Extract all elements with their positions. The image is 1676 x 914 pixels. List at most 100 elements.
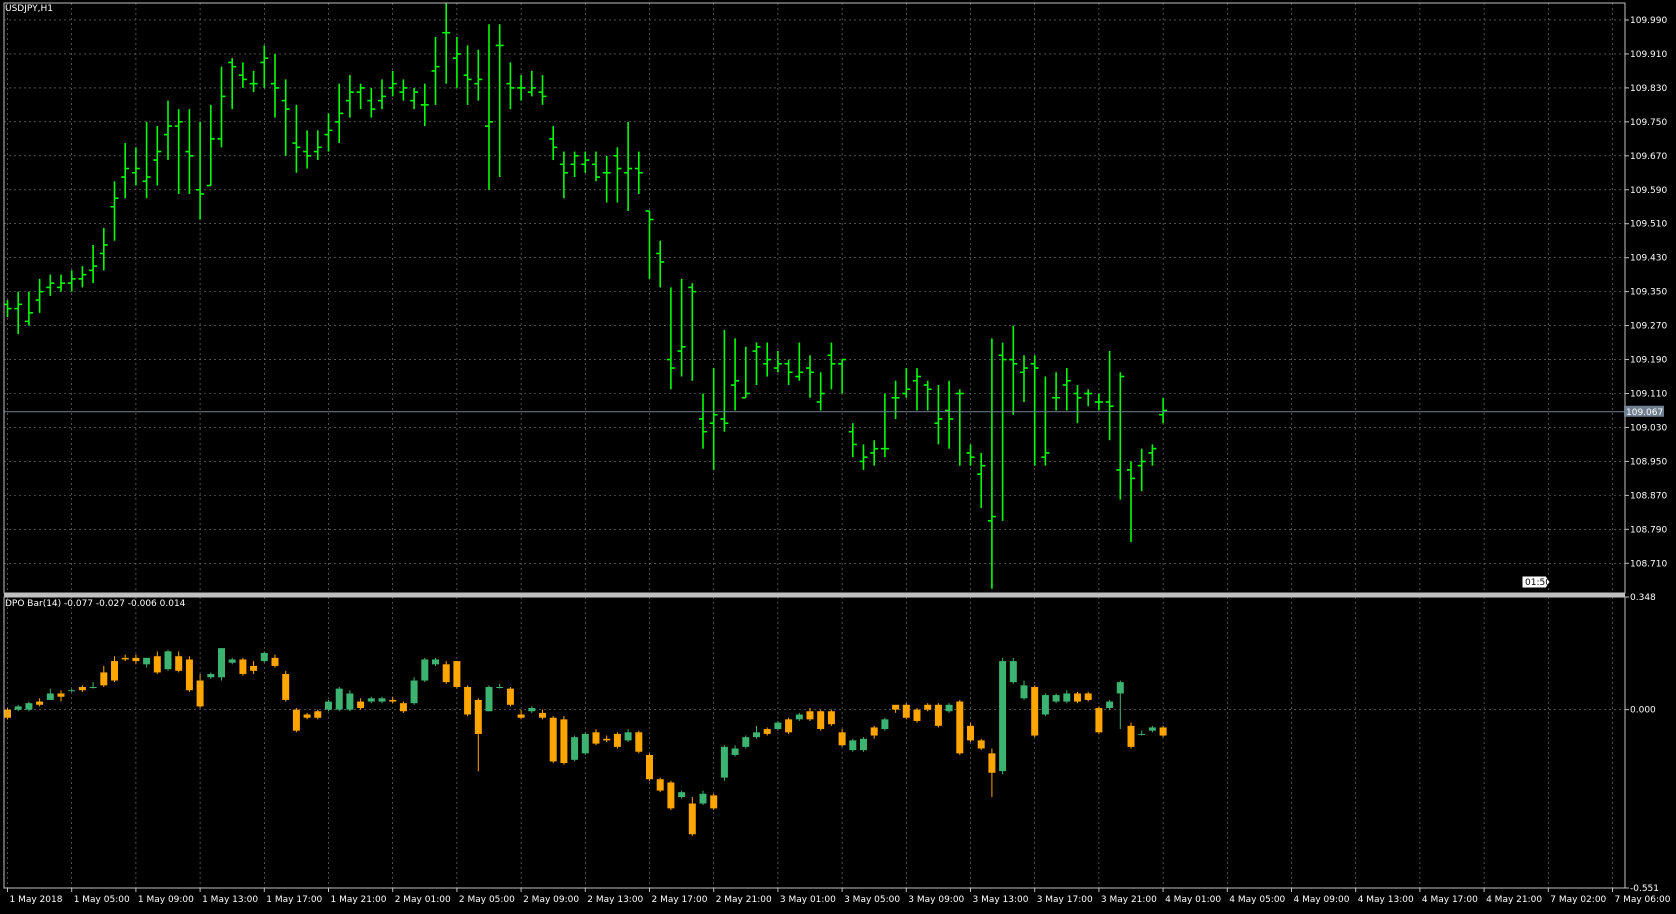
price-bar: [67, 270, 76, 292]
dpo-bar: [260, 651, 268, 663]
chart-canvas[interactable]: 1 May 2018 1 May 05:00 1 May 09:00 1 May 13…: [0, 0, 1676, 910]
dpo-bar: [1116, 680, 1124, 730]
price-bar: [559, 151, 568, 199]
dpo-bar: [688, 797, 696, 836]
price-bar: [870, 440, 879, 466]
dpo-bar-body: [945, 704, 953, 712]
dpo-bar: [453, 661, 461, 689]
dpo-bar-body: [399, 703, 407, 712]
dpo-bar-body: [956, 701, 964, 754]
dpo-bar: [720, 745, 728, 781]
chart-window[interactable]: 1 May 2018 1 May 05:00 1 May 09:00 1 May 13…: [0, 0, 1676, 910]
dpo-bar-body: [260, 652, 268, 662]
dpo-bar: [4, 708, 11, 720]
dpo-bar-body: [1138, 733, 1146, 735]
dpo-bar-body: [539, 712, 546, 718]
price-bar: [367, 87, 376, 118]
price-bar: [89, 244, 98, 284]
dpo-bar: [389, 696, 397, 704]
dpo-bar: [902, 703, 910, 720]
dpo-bar-body: [143, 657, 151, 665]
price-bar: [485, 24, 493, 190]
dpo-bar: [164, 649, 172, 671]
dpo-bar-body: [1127, 725, 1135, 747]
dpo-bar: [892, 704, 900, 713]
y-tick-label: 108.790: [1630, 525, 1667, 535]
dpo-bar-body: [1106, 701, 1114, 709]
dpo-bar-body: [1052, 695, 1060, 702]
price-bar: [14, 291, 23, 335]
price-bar: [303, 130, 312, 169]
price-tag-label: 109.067: [1626, 408, 1663, 418]
dpo-bar: [378, 696, 386, 704]
dpo-bar-body: [613, 733, 621, 747]
dpo-bar: [699, 790, 707, 806]
price-bar: [709, 368, 718, 470]
dpo-bar: [956, 699, 964, 755]
dpo-bar: [303, 712, 311, 720]
dpo-bar: [399, 701, 407, 713]
y-tick-label: 109.270: [1630, 322, 1667, 332]
dpo-bar-body: [111, 661, 118, 681]
x-tick-label: 3 May 01:00: [780, 895, 836, 905]
price-bar: [1105, 351, 1114, 441]
price-bar: [78, 266, 87, 288]
dpo-bar: [913, 708, 921, 723]
price-tag: 109.067: [1624, 405, 1664, 418]
dpo-bar: [613, 732, 621, 749]
dpo-bar-body: [688, 803, 696, 835]
dpo-bar: [335, 686, 343, 712]
dpo-bar-body: [4, 709, 11, 718]
price-bar: [1127, 461, 1135, 543]
price-bar: [1148, 444, 1157, 466]
y-tick-label: 109.190: [1630, 356, 1667, 366]
dpo-bar: [1138, 730, 1146, 736]
dpo-bar-body: [485, 686, 493, 712]
price-bar: [891, 380, 900, 419]
dpo-bar: [346, 690, 354, 712]
price-bar: [474, 49, 483, 101]
price-bar: [1159, 397, 1168, 424]
indicator-y-tick-label: 0.000: [1630, 706, 1656, 716]
timer-box: 01:50: [1521, 575, 1551, 589]
dpo-bar-body: [100, 672, 108, 686]
dpo-bar: [175, 651, 183, 673]
timer-label: 01:50: [1525, 578, 1551, 588]
y-tick-label: 109.510: [1630, 220, 1667, 230]
dpo-bar: [817, 709, 825, 731]
dpo-bar-body: [656, 779, 664, 791]
dpo-bar-body: [710, 795, 718, 809]
x-tick-label: 4 May 21:00: [1486, 895, 1542, 905]
dpo-bar: [1031, 685, 1039, 738]
price-bar: [378, 79, 386, 110]
price-bar: [452, 36, 461, 88]
price-bar: [538, 75, 547, 105]
x-tick-label: 1 May 09:00: [138, 895, 194, 905]
price-bar: [420, 83, 429, 127]
price-bar: [848, 423, 857, 458]
price-bar: [752, 342, 761, 386]
main-grid: [4, 3, 1625, 593]
dpo-bar-body: [164, 651, 172, 670]
x-tick-label: 7 May 06:00: [1615, 895, 1671, 905]
dpo-bar: [1020, 680, 1028, 700]
dpo-bar: [924, 703, 932, 712]
dpo-bar: [250, 661, 258, 675]
y-tick-label: 109.030: [1630, 423, 1667, 433]
x-tick-label: 3 May 17:00: [1037, 895, 1093, 905]
indicator-frame: [3, 596, 1626, 889]
y-tick-label: 108.870: [1630, 491, 1667, 501]
dpo-bar: [1095, 706, 1103, 734]
x-tick-label: 1 May 2018: [10, 895, 63, 905]
dpo-bar: [464, 685, 472, 717]
price-bar: [1020, 355, 1028, 402]
y-tick-label: 108.950: [1630, 457, 1667, 467]
dpo-bar: [121, 654, 129, 662]
dpo-bar: [988, 748, 996, 798]
dpo-bar: [100, 665, 108, 687]
dpo-bar-body: [827, 711, 835, 725]
price-bar: [399, 79, 408, 101]
dpo-bar: [592, 729, 600, 746]
dpo-bar: [367, 696, 375, 704]
price-bar: [495, 24, 504, 178]
